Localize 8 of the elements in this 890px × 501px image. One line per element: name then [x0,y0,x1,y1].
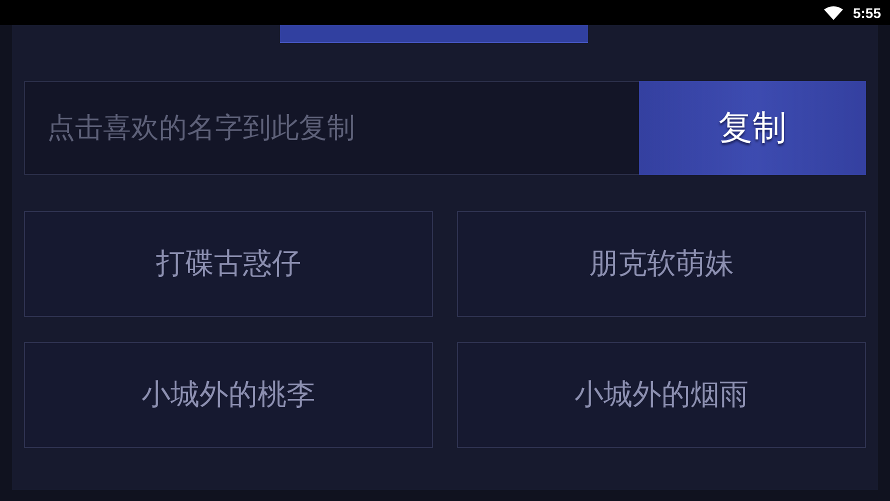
name-option[interactable]: 朋克软萌妹 [457,211,866,317]
copy-field[interactable]: 点击喜欢的名字到此复制 复制 [24,81,866,175]
name-option[interactable]: 小城外的烟雨 [457,342,866,448]
wifi-icon [824,6,843,20]
copy-button[interactable]: 复制 [639,81,866,175]
status-time: 5:55 [852,4,881,20]
name-option[interactable]: 打碟古惑仔 [24,211,433,317]
name-option[interactable]: 小城外的桃李 [24,342,433,448]
